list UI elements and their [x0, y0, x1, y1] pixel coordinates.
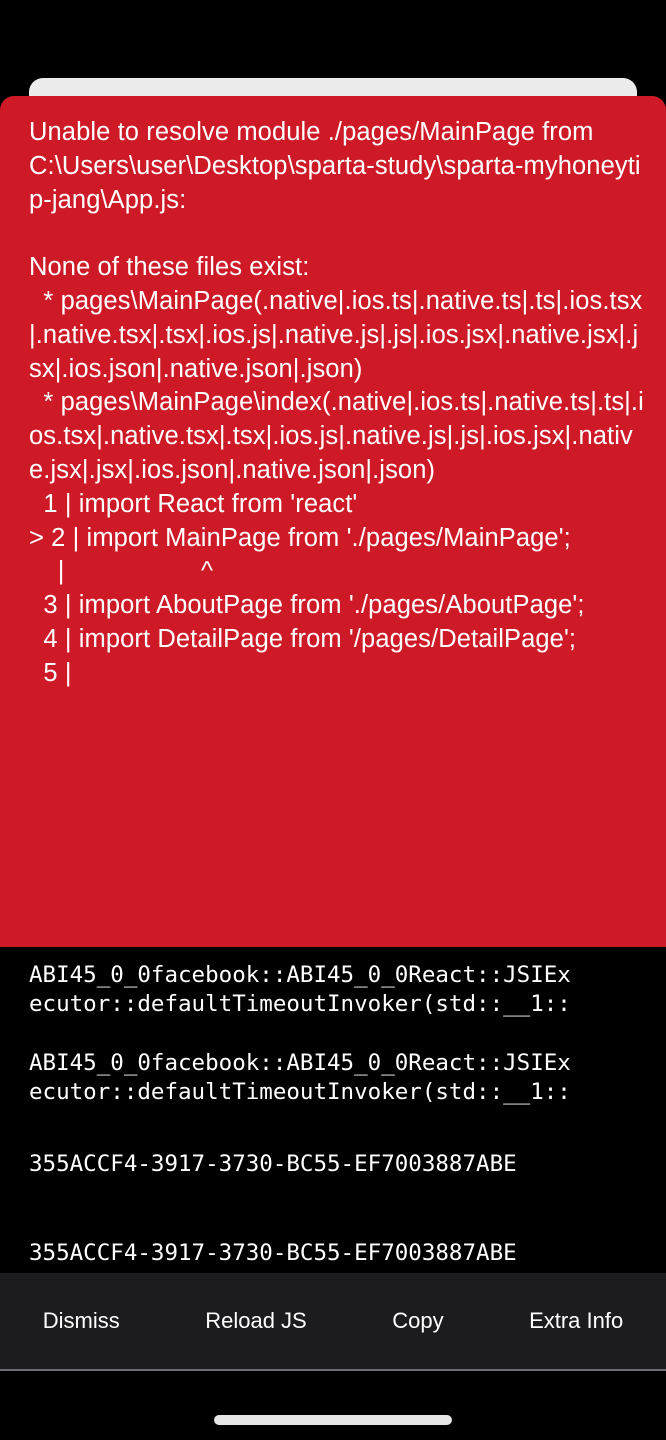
stack-trace[interactable]: ABI45_0_0facebook::ABI45_0_0React::JSIEx… [0, 947, 666, 1273]
home-indicator[interactable] [214, 1415, 452, 1425]
dismiss-button[interactable]: Dismiss [37, 1300, 126, 1342]
stack-frame[interactable]: ABI45_0_0facebook::ABI45_0_0React::JSIEx… [29, 961, 571, 1018]
stack-frame[interactable]: 355ACCF4-3917-3730-BC55-EF7003887ABE [29, 1150, 517, 1179]
error-message: Unable to resolve module ./pages/MainPag… [29, 118, 644, 687]
redbox-error-panel: Unable to resolve module ./pages/MainPag… [0, 96, 666, 947]
stack-frame[interactable]: ABI45_0_0facebook::ABI45_0_0React::JSIEx… [29, 1049, 571, 1106]
copy-button[interactable]: Copy [386, 1300, 449, 1342]
reload-js-button[interactable]: Reload JS [199, 1300, 313, 1342]
extra-info-button[interactable]: Extra Info [523, 1300, 629, 1342]
stack-frame[interactable]: 355ACCF4-3917-3730-BC55-EF7003887ABE [29, 1239, 517, 1268]
redbox-toolbar: Dismiss Reload JS Copy Extra Info [0, 1273, 666, 1371]
